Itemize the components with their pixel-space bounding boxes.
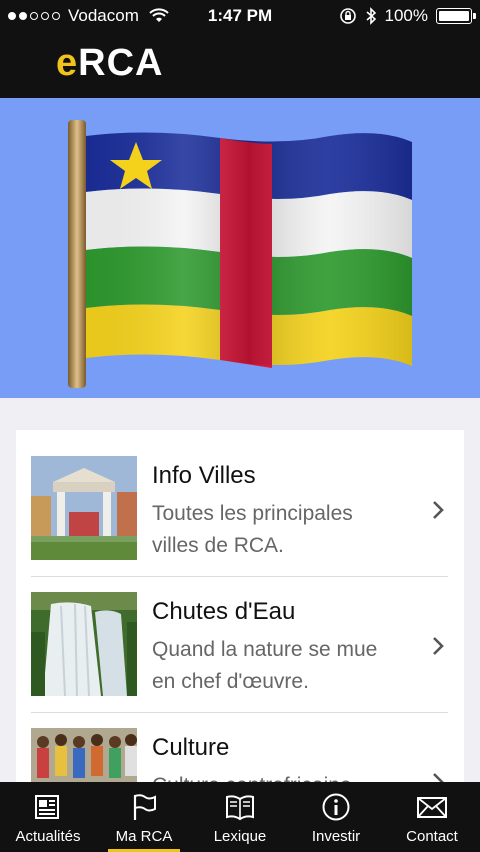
orientation-lock-icon <box>339 8 356 24</box>
menu-item-title: Chutes d'Eau <box>152 598 296 625</box>
menu-item-culture[interactable]: Culture Culture centrafricaine <box>16 702 464 790</box>
envelope-icon <box>417 797 447 818</box>
tab-ma-rca[interactable]: Ma RCA <box>96 782 192 852</box>
chevron-right-icon <box>433 501 444 519</box>
tab-actualites[interactable]: Actualités <box>0 782 96 852</box>
menu-item-desc: Toutes les principales villes de RCA. <box>152 502 353 557</box>
book-icon <box>226 795 254 821</box>
battery-icon <box>436 8 476 24</box>
menu-card: Info Villes Toutes les principales ville… <box>16 430 464 790</box>
tab-label: Ma RCA <box>115 828 173 845</box>
tab-label: Actualités <box>15 828 81 845</box>
menu-item-info-villes[interactable]: Info Villes Toutes les principales ville… <box>16 430 464 566</box>
waterfall-photo <box>31 592 137 696</box>
tab-label: Lexique <box>213 828 267 845</box>
tab-investir[interactable]: Investir <box>288 782 384 852</box>
crowd-photo <box>31 728 137 790</box>
status-bar: Vodacom 1:47 PM 100% <box>0 0 480 32</box>
tab-label: Contact <box>406 828 458 845</box>
city-gate-photo <box>31 456 137 560</box>
battery-percent: 100% <box>384 6 428 25</box>
menu-item-chutes-deau[interactable]: Chutes d'Eau Quand la nature se mue en c… <box>16 566 464 702</box>
chevron-right-icon <box>433 637 444 655</box>
newspaper-icon <box>35 795 59 819</box>
tab-lexique[interactable]: Lexique <box>192 782 288 852</box>
status-right: 100% <box>339 6 476 26</box>
menu-item-desc: Quand la nature se mue en chef d'œuvre. <box>152 638 378 693</box>
app-header: eRCA <box>0 32 480 98</box>
info-icon <box>322 793 350 821</box>
hero-banner <box>0 98 480 398</box>
tab-contact[interactable]: Contact <box>384 782 480 852</box>
car-flag-image <box>68 120 412 388</box>
logo-e: e <box>56 42 79 84</box>
app-logo: eRCA <box>56 42 163 85</box>
bluetooth-icon <box>365 7 376 25</box>
tab-label: Investir <box>311 828 361 845</box>
tab-bar: Actualités Ma RCA Lexique Investir Conta… <box>0 782 480 852</box>
logo-rest: RCA <box>78 42 164 84</box>
menu-item-title: Culture <box>152 734 230 761</box>
flag-icon <box>133 794 156 820</box>
menu-item-title: Info Villes <box>152 462 256 489</box>
